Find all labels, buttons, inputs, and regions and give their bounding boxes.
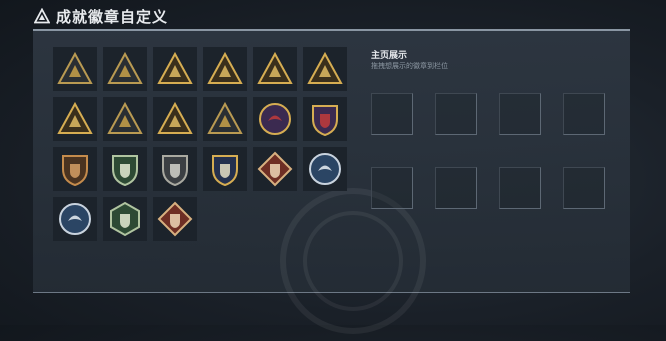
showcase-slot[interactable]: [435, 93, 477, 135]
wolf-green-shield-badge-icon: [112, 155, 138, 187]
horse-triangle-badge-icon: [207, 101, 243, 134]
badge-slot-item[interactable]: [253, 47, 297, 91]
badge-slot-item[interactable]: [203, 147, 247, 191]
showcase-slot[interactable]: [499, 93, 541, 135]
wolf-circle-badge-icon: [309, 153, 341, 185]
badge-slot-item[interactable]: [103, 197, 147, 241]
triangle-logo-icon: [34, 8, 50, 24]
header: 成就徽章自定义: [34, 5, 168, 27]
mountain-triangle-badge-icon: [57, 51, 93, 84]
showcase-slot[interactable]: [435, 167, 477, 209]
lion-shield-badge-icon: [62, 155, 88, 187]
dragon-diamond-badge-icon-2: [157, 201, 193, 237]
tank-badge-icon: [107, 51, 143, 84]
badge-slot-item[interactable]: [153, 97, 197, 141]
badge-grid: [53, 47, 347, 241]
badge-slot-item[interactable]: [53, 47, 97, 91]
eagle-shield-badge-icon: [212, 155, 238, 187]
showcase-slot[interactable]: [371, 167, 413, 209]
eagle-hexagon-badge-icon: [110, 201, 140, 237]
book-triangle-badge-icon: [57, 101, 93, 134]
number-one-badge-icon: [157, 101, 193, 134]
wolf-blue-circle-badge-icon: [59, 203, 91, 235]
showcase-subtitle: 拖拽想展示的徽章到栏位: [371, 63, 448, 70]
badge-slot-item[interactable]: [203, 47, 247, 91]
showcase-slot[interactable]: [563, 93, 605, 135]
badge-slot-item[interactable]: [103, 97, 147, 141]
page-title: 成就徽章自定义: [56, 8, 169, 26]
badge-slot-item[interactable]: [153, 197, 197, 241]
badge-slot-item[interactable]: [103, 147, 147, 191]
eagle-triangle-badge-icon: [157, 51, 193, 84]
showcase-title: 主页展示: [371, 50, 408, 60]
showcase-slot[interactable]: [563, 167, 605, 209]
vehicle-triangle-badge-icon: [307, 51, 343, 84]
fist-triangle-badge-icon: [207, 51, 243, 84]
badge-slot-item[interactable]: [53, 147, 97, 191]
dagger-shield-badge-icon: [162, 155, 188, 187]
badge-slot-item[interactable]: [103, 47, 147, 91]
badge-slot-item[interactable]: [253, 97, 297, 141]
showcase-slot[interactable]: [371, 93, 413, 135]
star-shield-badge-icon: [312, 105, 338, 137]
showcase-slots: [371, 93, 605, 209]
soldier-triangle-badge-icon: [257, 51, 293, 84]
badge-slot-item[interactable]: [153, 47, 197, 91]
badge-slot-item[interactable]: [303, 47, 347, 91]
badge-slot-item[interactable]: [203, 97, 247, 141]
helmet-triangle-badge-icon: [107, 101, 143, 134]
badge-slot-item[interactable]: [303, 147, 347, 191]
cross-emblem-badge-icon: [259, 103, 291, 135]
showcase-slot[interactable]: [499, 167, 541, 209]
badge-slot-item[interactable]: [153, 147, 197, 191]
badge-slot-item[interactable]: [253, 147, 297, 191]
dragon-diamond-badge-icon: [257, 151, 293, 187]
badge-slot-item[interactable]: [53, 97, 97, 141]
badge-slot-item[interactable]: [53, 197, 97, 241]
badge-slot-item[interactable]: [303, 97, 347, 141]
badge-customize-panel: 主页展示 拖拽想展示的徽章到栏位: [33, 29, 630, 334]
